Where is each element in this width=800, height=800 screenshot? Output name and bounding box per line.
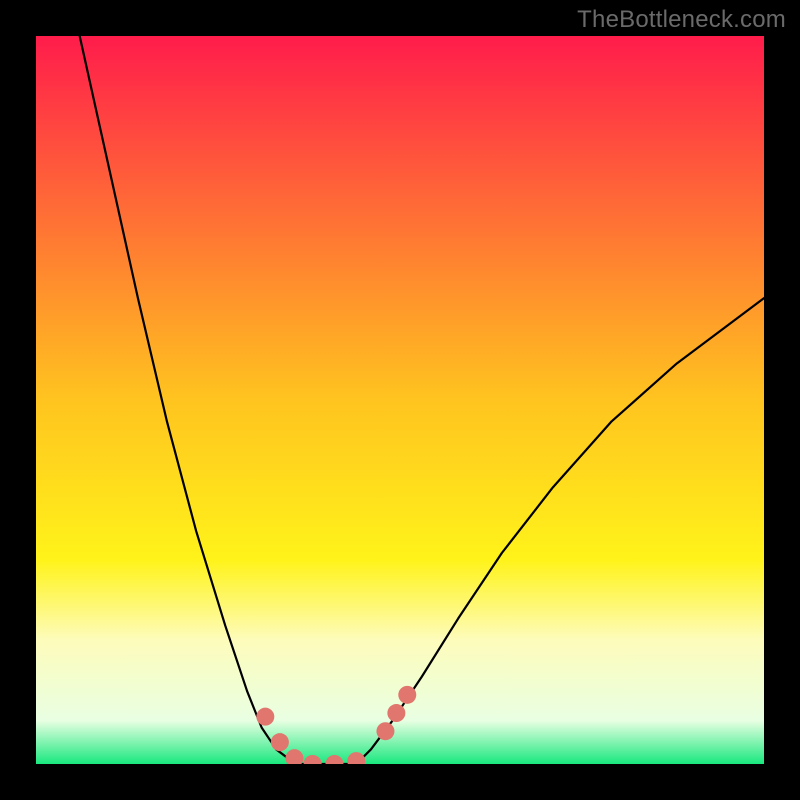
marker-dot-8 [398,686,416,704]
gradient-background [36,36,764,764]
marker-dot-0 [256,708,274,726]
outer-black-frame: TheBottleneck.com [0,0,800,800]
marker-dot-6 [376,722,394,740]
marker-dot-1 [271,733,289,751]
watermark-text: TheBottleneck.com [577,6,786,34]
plot-area [36,36,764,764]
chart-svg [36,36,764,764]
marker-dot-7 [387,704,405,722]
